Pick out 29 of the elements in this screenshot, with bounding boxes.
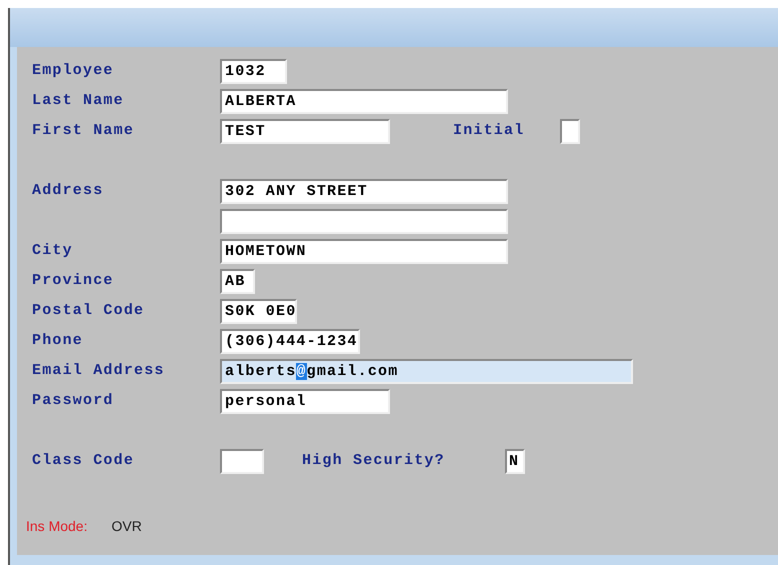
field-label: Last Name bbox=[32, 90, 125, 111]
input-field[interactable]: S0K 0E0 bbox=[220, 298, 297, 324]
input-field[interactable] bbox=[220, 208, 508, 234]
field-label: Email Address bbox=[32, 360, 166, 381]
field-label: Phone bbox=[32, 330, 84, 351]
field-label: Initial bbox=[453, 120, 526, 141]
input-field[interactable]: (306)444-1234 bbox=[220, 328, 360, 354]
status-label: Ins Mode: bbox=[26, 517, 88, 536]
field-label: High Security? bbox=[302, 450, 446, 471]
field-label: First Name bbox=[32, 120, 136, 141]
input-field[interactable] bbox=[560, 118, 580, 144]
status-value: OVR bbox=[111, 517, 142, 536]
field-label: Postal Code bbox=[32, 300, 146, 321]
field-label: Province bbox=[32, 270, 115, 291]
input-field[interactable]: ALBERTA bbox=[220, 88, 508, 114]
field-label: City bbox=[32, 240, 74, 261]
input-field[interactable]: 302 ANY STREET bbox=[220, 178, 508, 204]
input-field[interactable]: AB bbox=[220, 268, 255, 294]
input-field[interactable]: TEST bbox=[220, 118, 390, 144]
field-label: Password bbox=[32, 390, 115, 411]
input-field[interactable]: alberts@gmail.com bbox=[220, 358, 633, 384]
field-label: Address bbox=[32, 180, 104, 201]
input-field[interactable]: personal bbox=[220, 388, 390, 414]
field-label: Employee bbox=[32, 60, 115, 81]
field-label: Class Code bbox=[32, 450, 136, 471]
input-field[interactable] bbox=[220, 448, 264, 474]
input-field[interactable]: 1032 bbox=[220, 58, 287, 84]
input-field[interactable]: HOMETOWN bbox=[220, 238, 508, 264]
input-field[interactable]: N bbox=[505, 448, 525, 474]
